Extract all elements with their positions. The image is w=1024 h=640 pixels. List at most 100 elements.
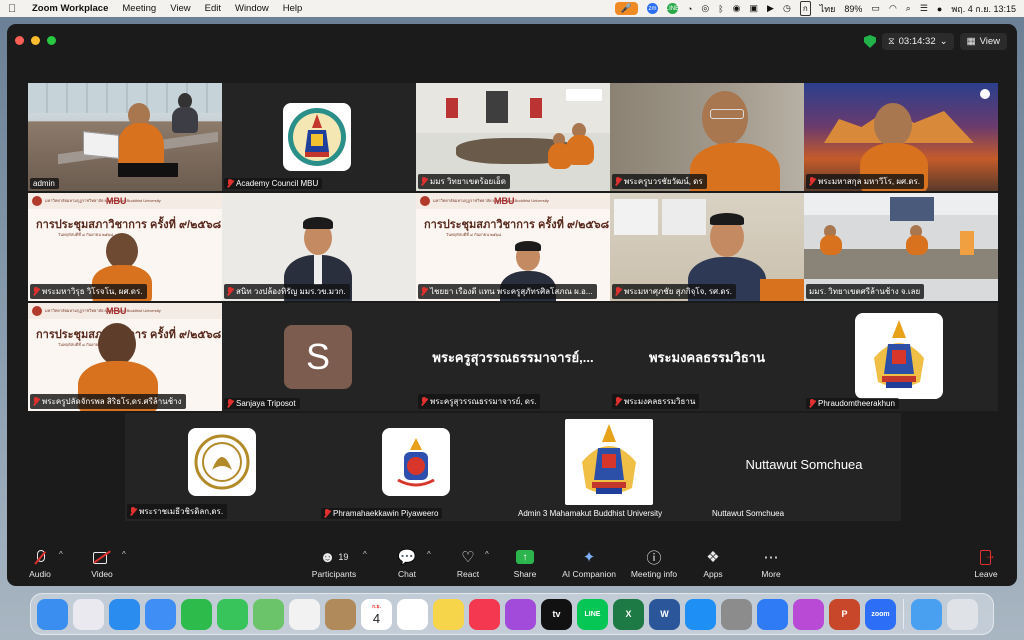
dock-contacts-icon[interactable] bbox=[325, 598, 356, 630]
screen-record-icon[interactable]: ▣ bbox=[750, 3, 759, 14]
ai-companion-button[interactable]: ✦ AI Companion bbox=[553, 546, 625, 579]
dock-notes-icon[interactable] bbox=[433, 598, 464, 630]
slide-org: มหาวิทยาลัยมหามกุฏราชวิทยาลัย Mahamakut … bbox=[433, 198, 549, 203]
heart-icon: ♡ bbox=[461, 549, 475, 566]
clock-status-icon[interactable]: ◔ bbox=[687, 4, 692, 14]
siri-icon[interactable]: ● bbox=[937, 4, 942, 14]
control-center-icon[interactable]: ☰ bbox=[920, 3, 928, 14]
dock-facetime-icon[interactable] bbox=[181, 598, 212, 630]
menubar-clock[interactable]: พฤ. 4 ก.ย. 13:15 bbox=[951, 2, 1016, 16]
participant-tile[interactable]: มหาวิทยาลัยมหามกุฏราชวิทยาลัย Mahamakut … bbox=[416, 193, 610, 301]
participant-tile[interactable]: พระราชเมธีวชิรดิลก,ดร. bbox=[125, 413, 319, 521]
participant-display-name: พระครูสุวรรณธรรมาจารย์,... bbox=[432, 350, 594, 365]
participant-tile[interactable]: S Sanjaya Triposot bbox=[222, 303, 416, 411]
dock-trash-icon[interactable] bbox=[947, 598, 978, 630]
muted-mic-icon bbox=[615, 287, 621, 296]
view-button[interactable]: ▦ View bbox=[959, 33, 1007, 50]
dock-app-store-icon[interactable] bbox=[685, 598, 716, 630]
muted-mic-icon bbox=[227, 179, 233, 188]
video-options-chevron-icon[interactable]: ^ bbox=[122, 550, 126, 559]
battery-icon[interactable]: ▭ bbox=[871, 3, 880, 14]
dock-messages-icon[interactable] bbox=[217, 598, 248, 630]
timemachine-icon[interactable]: ◷ bbox=[783, 3, 791, 14]
encryption-shield-icon[interactable] bbox=[863, 35, 876, 48]
participant-tile[interactable]: มหาวิทยาลัยมหามกุฏราชวิทยาลัย Mahamakut … bbox=[28, 303, 222, 411]
dock-photos-icon[interactable] bbox=[289, 598, 320, 630]
dock-music-icon[interactable] bbox=[469, 598, 500, 630]
participant-tile[interactable]: สนิท วงปล้องทิรัญ มมร.วข.มวก. bbox=[222, 193, 416, 301]
chat-chevron-icon[interactable]: ^ bbox=[427, 550, 431, 559]
dock-maps-icon[interactable] bbox=[253, 598, 284, 630]
participants-chevron-icon[interactable]: ^ bbox=[363, 550, 367, 559]
participant-tile[interactable]: มมร. วิทยาเขตศรีล้านช้าง จ.เลย bbox=[804, 193, 998, 301]
dock-messenger-icon[interactable] bbox=[757, 598, 788, 630]
more-button[interactable]: ⋯ More bbox=[736, 546, 806, 579]
spotlight-icon[interactable]: ⌕ bbox=[906, 3, 911, 14]
apple-menu-icon[interactable]:  bbox=[8, 3, 22, 15]
participant-tile[interactable]: พระครูบวรชัยวัฒน์, ดร bbox=[610, 83, 804, 191]
participant-name: admin bbox=[30, 178, 59, 189]
bluetooth-icon[interactable]: ᛒ bbox=[718, 4, 723, 14]
participant-tile[interactable]: admin bbox=[28, 83, 222, 191]
dock-apple-tv-icon[interactable]: tv bbox=[541, 598, 572, 630]
chat-button[interactable]: 💬 Chat bbox=[372, 546, 442, 579]
dock-feedback-icon[interactable] bbox=[793, 598, 824, 630]
dock-safari-icon[interactable] bbox=[109, 598, 140, 630]
wifi-icon[interactable]: ◠ bbox=[889, 3, 897, 14]
apps-label: Apps bbox=[703, 569, 723, 579]
participants-button[interactable]: ☻ 19 Participants bbox=[299, 546, 369, 580]
dock-system-settings-icon[interactable] bbox=[721, 598, 752, 630]
dock-word-icon[interactable]: W bbox=[649, 598, 680, 630]
fullscreen-window-button[interactable] bbox=[47, 36, 56, 45]
dock-zoom-icon[interactable]: zoom bbox=[865, 598, 896, 630]
react-chevron-icon[interactable]: ^ bbox=[485, 550, 489, 559]
dock-mail-icon[interactable] bbox=[145, 598, 176, 630]
slide-org: มหาวิทยาลัยมหามกุฏราชวิทยาลัย Mahamakut … bbox=[45, 198, 161, 203]
share-button[interactable]: ↑ Share bbox=[490, 546, 560, 579]
participant-tile[interactable]: Academy Council MBU bbox=[222, 83, 416, 191]
close-window-button[interactable] bbox=[15, 36, 24, 45]
dock-launchpad-icon[interactable] bbox=[73, 598, 104, 630]
dock-powerpoint-icon[interactable]: P bbox=[829, 598, 860, 630]
menu-help[interactable]: Help bbox=[283, 3, 303, 14]
leave-button[interactable]: Leave bbox=[951, 546, 1017, 579]
dock-podcasts-icon[interactable] bbox=[505, 598, 536, 630]
line-status-icon[interactable]: LINE bbox=[666, 3, 679, 14]
slide-mbu: MBU bbox=[106, 196, 127, 206]
dock-excel-icon[interactable]: X bbox=[613, 598, 644, 630]
participants-icon: ☻ bbox=[319, 548, 336, 566]
mic-in-use-indicator[interactable]: 🎤 bbox=[614, 2, 638, 15]
participant-tile[interactable]: Phramahaekkawin Piyaweero bbox=[319, 413, 513, 521]
participant-tile[interactable]: Nuttawut Somchuea Nuttawut Somchuea bbox=[707, 413, 901, 521]
muted-mic-icon bbox=[33, 287, 39, 296]
participant-tile[interactable]: พระครูสุวรรณธรรมาจารย์,... พระครูสุวรรณธ… bbox=[416, 303, 610, 411]
participant-tile[interactable]: พระมงคลธรรมวิธาน พระมงคลธรรมวิธาน bbox=[610, 303, 804, 411]
meeting-timer[interactable]: ⧖ 03:14:32 ⌄ bbox=[881, 33, 954, 50]
play-icon[interactable]: ▶ bbox=[767, 3, 774, 14]
input-language[interactable]: ไทย bbox=[820, 2, 836, 16]
participant-tile[interactable]: มมร วิทยาเขตร้อยเอ็ด bbox=[416, 83, 610, 191]
menu-window[interactable]: Window bbox=[235, 3, 269, 14]
dock-reminders-icon[interactable] bbox=[397, 598, 428, 630]
audio-options-chevron-icon[interactable]: ^ bbox=[59, 550, 63, 559]
participant-tile[interactable]: Phraudomtheerakhun bbox=[804, 303, 998, 411]
app-menu[interactable]: Zoom Workplace bbox=[32, 3, 108, 14]
menu-edit[interactable]: Edit bbox=[205, 3, 221, 14]
dock-downloads-icon[interactable] bbox=[911, 598, 942, 630]
dock-finder-icon[interactable] bbox=[37, 598, 68, 630]
menu-meeting[interactable]: Meeting bbox=[122, 3, 156, 14]
minimize-window-button[interactable] bbox=[31, 36, 40, 45]
dock-line-icon[interactable]: LINE bbox=[577, 598, 608, 630]
video-button[interactable]: Video bbox=[67, 546, 137, 579]
participant-tile[interactable]: พระมหาสกุล มหาวีโร, ผศ.ดร. bbox=[804, 83, 998, 191]
zoom-status-icon[interactable]: zm bbox=[646, 3, 658, 14]
airdrop-icon[interactable]: ◉ bbox=[733, 3, 741, 14]
participant-tile[interactable]: พระมหาศุภชัย สุภกิจฺโจ, รศ.ดร. bbox=[610, 193, 804, 301]
participant-tile[interactable]: มหาวิทยาลัยมหามกุฏราชวิทยาลัย Mahamakut … bbox=[28, 193, 222, 301]
focus-icon[interactable]: ◎ bbox=[701, 3, 709, 14]
participant-tile[interactable]: Admin 3 Mahamakut Buddhist University bbox=[513, 413, 707, 521]
dock-calendar-icon[interactable]: ก.ย. 4 bbox=[361, 598, 392, 630]
menu-view[interactable]: View bbox=[170, 3, 190, 14]
audio-button[interactable]: Audio bbox=[7, 546, 75, 579]
input-source-icon[interactable]: ก bbox=[799, 1, 811, 16]
